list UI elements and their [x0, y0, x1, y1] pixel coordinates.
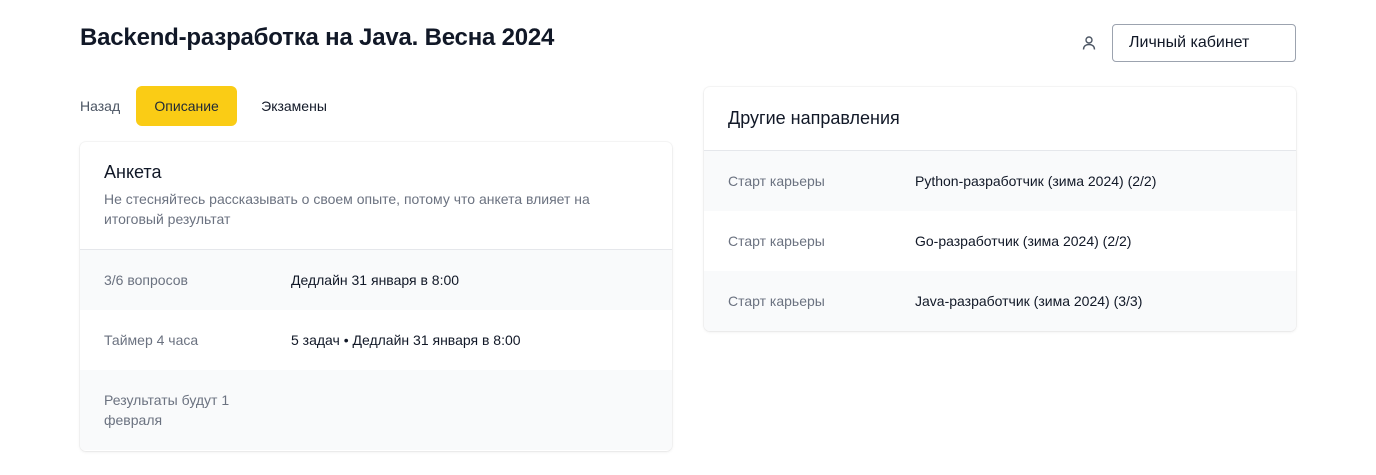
tab-exams[interactable]: Экзамены: [245, 86, 343, 126]
questionnaire-header: Анкета Не стесняйтесь рассказывать о сво…: [80, 142, 672, 250]
header-actions: Личный кабинет: [1080, 24, 1296, 62]
row-label: Старт карьеры: [728, 173, 825, 189]
personal-cabinet-button[interactable]: Личный кабинет: [1112, 24, 1296, 62]
direction-link[interactable]: Go-разработчик (зима 2024) (2/2): [915, 233, 1131, 249]
questionnaire-card: Анкета Не стесняйтесь рассказывать о сво…: [80, 142, 672, 451]
questionnaire-row: 3/6 вопросов Дедлайн 31 января в 8:00: [80, 250, 672, 310]
questionnaire-row: Результаты будут 1 февраля: [80, 370, 672, 450]
questionnaire-row: Таймер 4 часа 5 задач • Дедлайн 31 январ…: [80, 310, 672, 370]
questionnaire-title: Анкета: [104, 162, 162, 182]
other-directions-title: Другие направления: [728, 108, 900, 128]
questionnaire-subtitle: Не стесняйтесь рассказывать о своем опыт…: [104, 191, 590, 227]
row-label: Старт карьеры: [728, 293, 825, 309]
tab-bar: Назад Описание Экзамены: [80, 86, 343, 126]
direction-row[interactable]: Старт карьеры Go-разработчик (зима 2024)…: [704, 211, 1296, 271]
direction-link[interactable]: Java-разработчик (зима 2024) (3/3): [915, 293, 1142, 309]
direction-link[interactable]: Python-разработчик (зима 2024) (2/2): [915, 173, 1156, 189]
row-label: Результаты будут 1 февраля: [104, 392, 230, 428]
row-label: Таймер 4 часа: [104, 332, 199, 348]
row-label: Старт карьеры: [728, 233, 825, 249]
page-title: Backend-разработка на Java. Весна 2024: [80, 24, 555, 51]
other-directions-header: Другие направления: [704, 87, 1296, 151]
back-link[interactable]: Назад: [80, 98, 120, 114]
direction-row[interactable]: Старт карьеры Java-разработчик (зима 202…: [704, 271, 1296, 331]
row-value: Дедлайн 31 января в 8:00: [291, 272, 460, 288]
row-value: 5 задач • Дедлайн 31 января в 8:00: [291, 332, 521, 348]
direction-row[interactable]: Старт карьеры Python-разработчик (зима 2…: [704, 151, 1296, 211]
tab-description[interactable]: Описание: [136, 86, 238, 126]
page: Backend-разработка на Java. Весна 2024 Л…: [0, 0, 1376, 475]
row-label: 3/6 вопросов: [104, 272, 188, 288]
user-icon[interactable]: [1080, 34, 1098, 52]
other-directions-card: Другие направления Старт карьеры Python-…: [704, 87, 1296, 331]
